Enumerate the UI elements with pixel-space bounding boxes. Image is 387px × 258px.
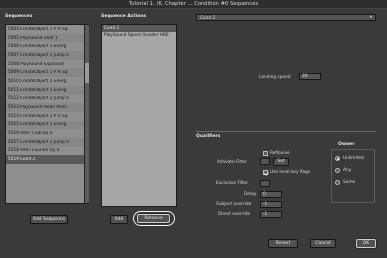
- list-item[interactable]: 5015 CreateObject 1 Energ: [6, 120, 88, 130]
- sequence-name: Alter Counter by 0: [20, 148, 60, 154]
- revert-button[interactable]: Revert: [268, 239, 298, 248]
- cancel-button[interactable]: Cancel: [310, 239, 336, 248]
- sequence-name: CreateObject 1 Energ: [20, 44, 67, 50]
- sequence-name: CreateObject 1 Jump 0: [20, 96, 69, 102]
- remove-action-button[interactable]: Remove: [137, 214, 170, 223]
- owner-option-label: Unlimited: [343, 156, 364, 161]
- sequence-name: Alter Crab by 0: [20, 131, 53, 137]
- owner-option-label: Any: [343, 168, 352, 173]
- list-item[interactable]: 5007 CreateObject 1 Jump 0: [6, 51, 88, 60]
- list-item[interactable]: 5016 Alter Crab by 0: [6, 129, 88, 138]
- sequence-id: 5012: [8, 96, 19, 102]
- sequence-id: 5007: [8, 52, 19, 58]
- sequences-list[interactable]: 5004 CreateObject 1 P R Sq 5005 PlaySound S…: [5, 24, 89, 204]
- list-item[interactable]: 5014 CreateObject 1 P R Sq: [6, 112, 88, 121]
- list-item[interactable]: 5018 Alter Counter by 0: [6, 147, 88, 156]
- sequence-name: CreateObject 1 Jump 0: [20, 52, 69, 58]
- title-bar: Tutorial 1: (6. Chapter ... Condition #0…: [0, 0, 387, 9]
- exclusive-filter-label: Exclusive Filter: [216, 181, 249, 186]
- sequences-header: Sequences: [5, 14, 33, 19]
- list-item[interactable]: 5017 CreateObject 1 Jump 0: [6, 137, 88, 147]
- list-item[interactable]: 5009 CreateObject 1 P R Sq: [6, 68, 88, 78]
- direct-override-label: Direct override: [218, 212, 251, 217]
- sequence-id: 5017: [8, 139, 19, 145]
- list-item[interactable]: 5019 Cond 2: [6, 155, 88, 164]
- sequence-name: CreateObject 1 Energ: [20, 87, 67, 93]
- delay-field[interactable]: 0: [260, 191, 282, 198]
- sequence-name: PlaySound Shot 1: [20, 35, 58, 41]
- divider: [196, 131, 376, 132]
- use-level-key-label: Use level key flags: [270, 170, 311, 175]
- list-item[interactable]: 5011 CreateObject 1 Energ: [6, 85, 88, 95]
- sequence-name: CreateObject 1 Jump 0: [20, 139, 69, 145]
- list-item[interactable]: 5004 CreateObject 1 P R Sq: [6, 25, 88, 34]
- sequence-id: 5009: [8, 70, 19, 76]
- use-level-key-checkbox[interactable]: [263, 170, 268, 175]
- action-type-value: Cond 2: [200, 15, 216, 21]
- sequence-name: Cond 2: [20, 157, 36, 163]
- filter-icon[interactable]: [260, 158, 270, 165]
- sequence-name: CreateObject 1 P R Sq: [20, 70, 68, 76]
- sequence-name: CreateObject 1 P R Sq: [20, 26, 68, 32]
- owner-header: Owner: [338, 142, 355, 147]
- filter-icon[interactable]: [260, 180, 270, 187]
- sequence-name: CreateObject 1 P R Sq: [20, 113, 68, 119]
- sequence-id: 5006: [8, 44, 19, 50]
- sequence-name: CreateObject 1 Energ: [20, 122, 67, 128]
- qualifiers-header: Qualifiers: [196, 134, 221, 139]
- activate-filter-label: Activate Filter: [217, 160, 247, 165]
- list-item[interactable]: 5006 CreateObject 1 Energ: [6, 42, 88, 51]
- reflexive-label: Reflexive: [270, 151, 290, 156]
- actions-header: Sequence Actions: [101, 14, 147, 19]
- add-sequence-button[interactable]: Add Sequence: [30, 215, 68, 224]
- add-action-button[interactable]: Add: [110, 215, 128, 224]
- sequences-scroll-thumb[interactable]: [85, 63, 89, 83]
- list-item[interactable]: PlaySound Space Invader HKE: [102, 32, 176, 39]
- list-item[interactable]: 5012 CreateObject 1 Jump 0: [6, 95, 88, 104]
- direct-override-field[interactable]: -1: [260, 211, 282, 218]
- sequence-id: 5010: [8, 78, 19, 84]
- list-item[interactable]: 5013 PlaySound Hello Alien: [6, 103, 88, 112]
- landing-speed-field[interactable]: 30: [299, 73, 321, 80]
- sequence-id: 5004: [8, 26, 19, 32]
- delay-label: Delay: [244, 192, 257, 197]
- sequence-name: CreateObject 1 Energ: [20, 78, 67, 84]
- chevron-down-icon: ▾: [369, 14, 372, 20]
- sequence-id: 5018: [8, 148, 19, 154]
- sequence-id: 5015: [8, 122, 19, 128]
- sequences-rows: 5004 CreateObject 1 P R Sq 5005 PlaySound S…: [6, 25, 88, 164]
- owner-radio-unlimited[interactable]: [335, 156, 340, 161]
- sequence-id: 5013: [8, 105, 19, 111]
- list-item[interactable]: 5010 CreateObject 1 Energ: [6, 77, 88, 86]
- sequence-id: 5011: [8, 87, 19, 93]
- window-title: Tutorial 1: (6. Chapter ... Condition #0…: [128, 1, 259, 7]
- activate-filter-set-button[interactable]: Set: [273, 158, 289, 166]
- subject-override-label: Subject override: [216, 202, 252, 207]
- sequence-id: 5016: [8, 131, 19, 137]
- sequence-name: PlaySound Hello Alien: [20, 105, 67, 111]
- sequences-scrollbar[interactable]: [84, 25, 89, 203]
- owner-option-label: Same: [343, 180, 356, 185]
- owner-radio-same[interactable]: [335, 180, 340, 185]
- actions-rows: Cond 2 PlaySound Space Invader HKE: [102, 25, 176, 39]
- reflexive-checkbox[interactable]: [263, 151, 268, 156]
- landing-speed-label: Landing speed: [259, 75, 291, 80]
- sequence-id: 5014: [8, 113, 19, 119]
- ok-button[interactable]: OK: [356, 239, 376, 248]
- sequence-id: 5005: [8, 35, 19, 41]
- list-item[interactable]: 5005 PlaySound Shot 1: [6, 33, 88, 43]
- owner-radio-any[interactable]: [335, 168, 340, 173]
- subject-override-field[interactable]: -1: [260, 201, 282, 208]
- sequence-id: 5019: [8, 157, 19, 163]
- actions-list[interactable]: Cond 2 PlaySound Space Invader HKE: [101, 24, 177, 207]
- list-item[interactable]: 5008 PlaySound Explosion: [6, 60, 88, 69]
- list-item[interactable]: Cond 2: [102, 25, 176, 32]
- action-type-dropdown[interactable]: Cond 2 ▾: [196, 14, 376, 21]
- sequence-id: 5008: [8, 61, 19, 67]
- sequence-name: PlaySound Explosion: [20, 61, 65, 67]
